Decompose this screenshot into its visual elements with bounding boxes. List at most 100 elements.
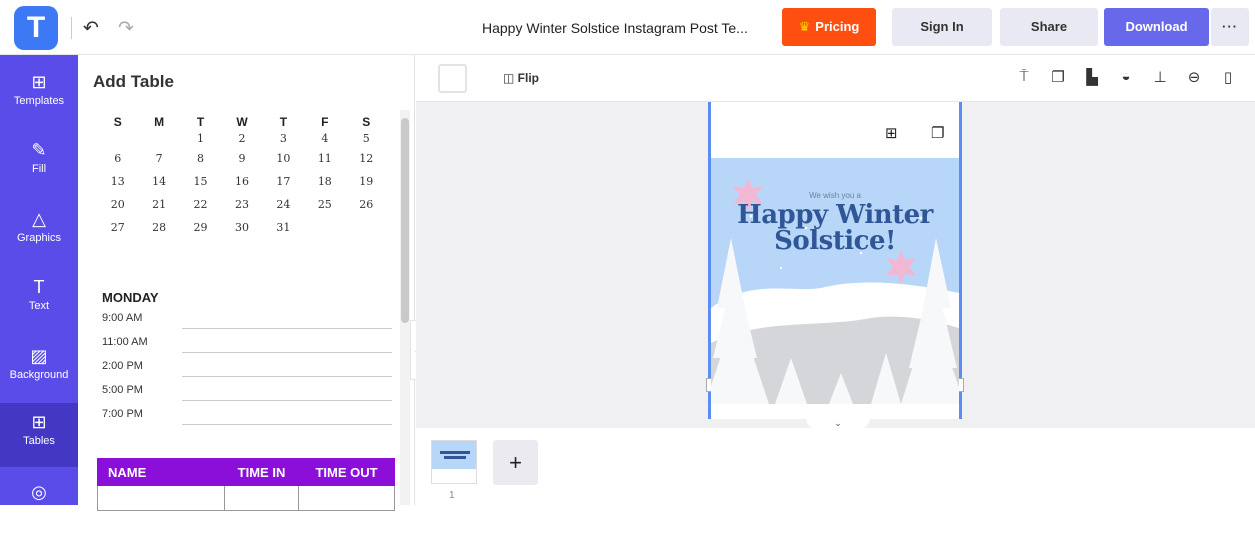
sign-in-button[interactable]: Sign In: [892, 8, 992, 46]
nav-label: Text: [28, 300, 50, 312]
weekday-header: M: [154, 115, 165, 129]
calendar-day: 5: [362, 131, 370, 145]
redo-icon[interactable]: ↷: [118, 17, 134, 40]
more-options-button[interactable]: ···: [1211, 8, 1249, 46]
title-line: Solstice!: [774, 226, 896, 256]
artboard-title[interactable]: Happy Winter Solstice!: [711, 202, 959, 254]
weekday-header: T: [279, 115, 288, 129]
schedule-row: 5:00 PM: [102, 378, 392, 402]
schedule-row: 9:00 AM: [102, 306, 392, 330]
calendar-day: 6: [114, 152, 122, 165]
calendar-day: 13: [110, 175, 125, 188]
schedule-day-label[interactable]: MONDAY: [102, 290, 159, 305]
weekday-header: S: [113, 115, 122, 129]
timesheet-header: TIME OUT: [298, 458, 395, 486]
table-cell: [97, 485, 225, 511]
chevron-down-icon: ⌄: [834, 418, 842, 428]
calendar-day: 7: [155, 152, 163, 165]
divider: [71, 17, 72, 39]
flip-icon: ◫: [503, 71, 518, 85]
calendar-day: [97, 129, 138, 147]
panel-title: Add Table: [93, 72, 174, 91]
divider: [182, 424, 392, 425]
artboard-subtitle[interactable]: We wish you a: [711, 191, 959, 200]
paint-roller-icon[interactable]: ⍑: [1007, 68, 1041, 86]
text-icon: T: [33, 277, 45, 297]
calendar-day: 12: [359, 152, 374, 165]
weekday-header: W: [236, 115, 248, 129]
document-title[interactable]: Happy Winter Solstice Instagram Post Te.…: [482, 20, 748, 36]
panel-scrollbar[interactable]: [400, 110, 410, 505]
calendar-day: 9: [238, 152, 246, 165]
calendar-day: 17: [276, 175, 291, 188]
share-button[interactable]: Share: [1000, 8, 1098, 46]
table-cell: [298, 485, 395, 511]
color-swatch[interactable]: [438, 64, 467, 93]
undo-icon[interactable]: ↶: [83, 17, 99, 40]
nav-more[interactable]: ◎: [0, 473, 78, 537]
templates-icon: ⊞: [31, 72, 47, 92]
nav-background[interactable]: ▨ Background: [0, 337, 78, 401]
timesheet-header: TIME IN: [223, 458, 300, 486]
calendar-week: 1 2 3 4 5: [97, 129, 387, 147]
calendar-day: 10: [276, 152, 291, 165]
nav-text[interactable]: T Text: [0, 268, 78, 332]
calendar-week: 13 14 15 16 17 18 19: [97, 170, 387, 193]
thumbnail-preview: [432, 451, 476, 483]
align-icon[interactable]: ⊥: [1143, 68, 1177, 86]
nav-tables[interactable]: ⊞ Tables: [0, 403, 78, 467]
app-logo[interactable]: T: [14, 6, 58, 50]
weekday-header: S: [362, 115, 371, 129]
opacity-icon[interactable]: ◒: [1109, 68, 1143, 86]
calendar-day: 26: [359, 198, 374, 211]
schedule-table-template[interactable]: 9:00 AM 11:00 AM 2:00 PM 5:00 PM 7:00 PM: [102, 306, 392, 426]
calendar-day: 8: [197, 152, 205, 165]
timesheet-header: NAME: [97, 458, 225, 486]
nav-label: Background: [9, 369, 69, 381]
timesheet-table-template[interactable]: NAME TIME IN TIME OUT: [97, 458, 395, 511]
calendar-table-template[interactable]: S M T W T F S 1 2 3 4 5 6 7 8 9 10 11 12: [97, 115, 387, 239]
background-icon: ▨: [30, 346, 48, 366]
calendar-day: 15: [193, 175, 208, 188]
calendar-day: 4: [321, 131, 329, 145]
divider: [182, 376, 392, 377]
link-icon[interactable]: ⊖: [1177, 68, 1211, 86]
calendar-day: 1: [197, 131, 205, 145]
nav-label: Tables: [23, 435, 55, 447]
calendar-day: [138, 129, 179, 147]
flip-label: Flip: [517, 71, 539, 85]
download-button[interactable]: Download: [1104, 8, 1209, 46]
table-cell: [223, 485, 300, 511]
design-artboard[interactable]: We wish you a Happy Winter Solstice!: [711, 158, 959, 404]
weekday-header: T: [196, 115, 205, 129]
nav-templates[interactable]: ⊞ Templates: [0, 63, 78, 127]
calendar-day: 11: [317, 152, 332, 165]
calendar-day: 22: [193, 198, 208, 211]
calendar-day: 18: [317, 175, 332, 188]
table-icon: ⊞: [31, 412, 47, 432]
calendar-day: 14: [152, 175, 167, 188]
calendar-day: 21: [152, 198, 167, 211]
calendar-week: 27 28 29 30 31: [97, 216, 387, 239]
trash-icon[interactable]: ▯: [1211, 68, 1245, 86]
nav-fill[interactable]: ✎ Fill: [0, 131, 78, 195]
schedule-row: 7:00 PM: [102, 402, 392, 426]
calendar-day: 25: [317, 198, 332, 211]
layer-icon[interactable]: ▙: [1075, 68, 1109, 86]
calendar-day: 23: [234, 198, 249, 211]
copy-icon[interactable]: ❐: [1041, 68, 1075, 86]
time-label: 11:00 AM: [102, 336, 148, 348]
page-thumbnail[interactable]: [431, 440, 477, 484]
duplicate-page-icon[interactable]: ❐: [931, 124, 944, 142]
scrollbar-thumb[interactable]: [401, 118, 409, 323]
pricing-button[interactable]: ♛ Pricing: [782, 8, 876, 46]
page-strip: 1 +: [416, 428, 1255, 505]
schedule-row: 11:00 AM: [102, 330, 392, 354]
logo-letter: T: [26, 11, 46, 44]
nav-graphics[interactable]: △ Graphics: [0, 200, 78, 264]
add-page-icon[interactable]: ⊞: [885, 124, 898, 142]
nav-label: Fill: [31, 163, 47, 175]
calendar-day: 3: [279, 131, 287, 145]
add-page-button[interactable]: +: [493, 440, 538, 485]
flip-button[interactable]: ◫ Flip: [503, 71, 539, 85]
